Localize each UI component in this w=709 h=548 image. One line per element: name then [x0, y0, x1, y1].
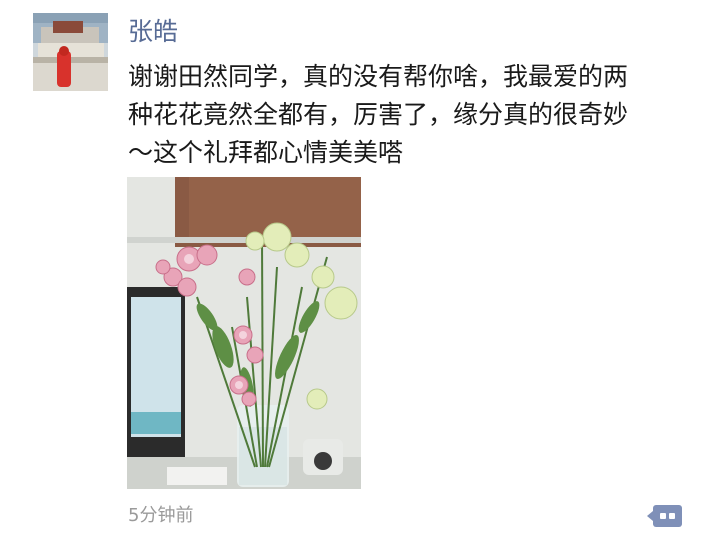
avatar[interactable] [33, 13, 108, 91]
post-photo[interactable] [127, 177, 361, 489]
post-text: 谢谢田然同学，真的没有帮你啥，我最爱的两 种花花竟然全都有，厉害了，缘分真的很奇… [128, 58, 688, 172]
dot [669, 513, 675, 519]
post-text-line: ～这个礼拜都心情美美嗒 [128, 138, 404, 167]
post-timestamp: 5分钟前 [128, 505, 194, 526]
moments-post: 张皓 谢谢田然同学，真的没有帮你啥，我最爱的两 种花花竟然全都有，厉害了，缘分真… [0, 0, 709, 548]
more-dots-icon[interactable] [647, 505, 682, 527]
post-text-line: 种花花竟然全都有，厉害了，缘分真的很奇妙 [128, 100, 629, 129]
author-name[interactable]: 张皓 [128, 14, 178, 50]
post-text-line: 谢谢田然同学，真的没有帮你啥，我最爱的两 [128, 62, 629, 91]
dot [660, 513, 666, 519]
